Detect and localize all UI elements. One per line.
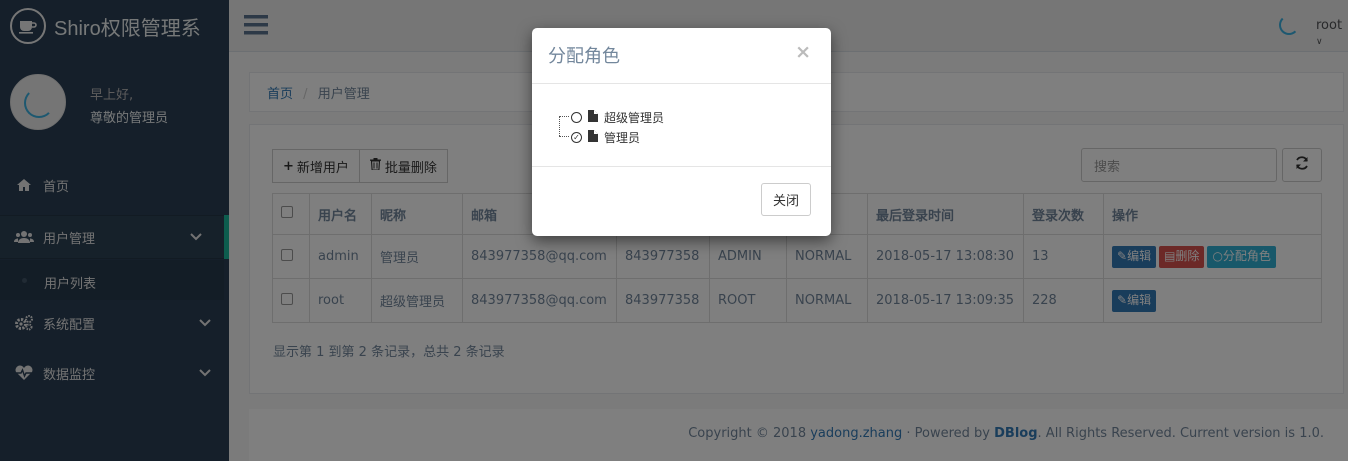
- modal-body: 超级管理员 ✓ 管理员: [532, 84, 831, 166]
- modal-header: 分配角色 ×: [532, 28, 831, 84]
- tree-connector: [559, 116, 560, 136]
- modal-title: 分配角色: [548, 46, 620, 67]
- role-radio-unchecked[interactable]: [571, 112, 582, 123]
- modal-footer: 关闭: [532, 166, 831, 236]
- role-radio-checked[interactable]: ✓: [571, 132, 582, 143]
- tree-connector: [559, 136, 569, 137]
- assign-role-modal: 分配角色 × 超级管理员 ✓ 管理员 关闭: [532, 28, 831, 236]
- tree-connector: [559, 116, 569, 117]
- close-icon[interactable]: ×: [795, 41, 811, 63]
- role-label: 超级管理员: [604, 111, 665, 125]
- close-button[interactable]: 关闭: [760, 183, 811, 216]
- role-label: 管理员: [604, 131, 641, 145]
- role-node[interactable]: 超级管理员: [571, 109, 664, 126]
- role-node[interactable]: ✓ 管理员: [571, 129, 640, 146]
- file-icon: [588, 110, 598, 125]
- file-icon: [588, 130, 598, 145]
